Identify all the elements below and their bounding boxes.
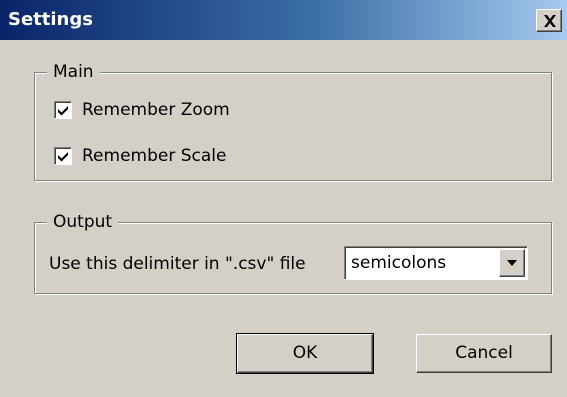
output-groupbox: Output Use this delimiter in ".csv" file… [34, 211, 552, 294]
remember-zoom-label: Remember Zoom [82, 100, 230, 120]
delimiter-select[interactable]: semicolons [344, 246, 528, 280]
ok-button[interactable]: OK [236, 333, 374, 374]
chevron-down-icon [507, 260, 517, 266]
main-groupbox: Main Remember Zoom Remember Scale [34, 61, 552, 181]
close-icon [544, 15, 556, 27]
delimiter-value: semicolons [351, 253, 447, 273]
checkmark-icon [58, 152, 68, 162]
output-legend: Output [47, 211, 119, 233]
remember-scale-checkbox[interactable] [54, 147, 72, 165]
settings-dialog: Settings Main Remember Zoom Remember Sca… [0, 0, 567, 397]
window-title: Settings [8, 9, 93, 30]
checkmark-icon [58, 106, 68, 116]
remember-scale-row[interactable]: Remember Scale [54, 145, 304, 167]
title-bar[interactable]: Settings [0, 0, 567, 40]
remember-scale-label: Remember Scale [82, 146, 227, 166]
main-legend: Main [47, 61, 100, 83]
close-button[interactable] [536, 9, 562, 32]
delimiter-label: Use this delimiter in ".csv" file [49, 254, 306, 274]
delimiter-dropdown-button[interactable] [499, 249, 525, 277]
remember-zoom-checkbox[interactable] [54, 101, 72, 119]
remember-zoom-row[interactable]: Remember Zoom [54, 99, 304, 121]
cancel-button[interactable]: Cancel [416, 334, 552, 373]
